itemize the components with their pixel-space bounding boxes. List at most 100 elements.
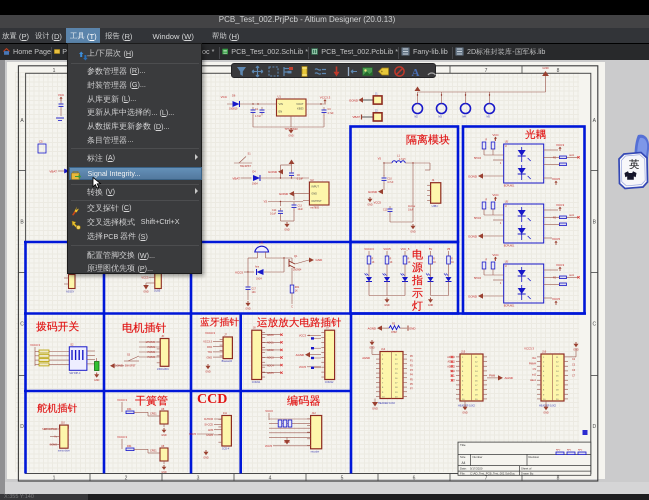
svg-text:ADC4: ADC4	[267, 364, 274, 367]
svg-text:OUTPUT: OUTPUT	[311, 200, 322, 203]
svg-text:R5: R5	[553, 158, 557, 160]
svg-text:GOND: GOND	[349, 98, 359, 102]
svg-text:VCC: VCC	[492, 193, 499, 197]
svg-text:GOND: GOND	[114, 363, 124, 367]
svg-text:2: 2	[125, 476, 128, 482]
svg-text:GOND: GOND	[279, 192, 289, 196]
svg-text:8: 8	[557, 476, 560, 482]
svg-text:5V: 5V	[429, 247, 432, 251]
svg-text:U: U	[505, 264, 507, 268]
svg-text:J12: J12	[312, 411, 317, 415]
svg-text:C5: C5	[39, 140, 43, 144]
svg-text:VCC3: VCC3	[265, 409, 273, 413]
svg-text:SW-SPST: SW-SPST	[125, 365, 136, 368]
svg-text:GND: GND	[372, 407, 378, 411]
svg-text:out1: out1	[569, 154, 574, 157]
svg-text:VCC: VCC	[221, 95, 228, 99]
svg-text:R34: R34	[127, 408, 132, 411]
svg-text:7: 7	[485, 68, 488, 74]
svg-text:Y5: Y5	[263, 200, 267, 204]
svg-text:VCC: VCC	[492, 133, 499, 137]
svg-text:U: U	[505, 204, 507, 208]
svg-text:VCC_5: VCC_5	[401, 247, 410, 251]
svg-text:Size: Size	[460, 455, 466, 459]
svg-text:GND: GND	[316, 258, 324, 262]
svg-text:104: 104	[252, 291, 257, 294]
svg-text:GOND: GOND	[468, 234, 478, 238]
svg-text:VCC3: VCC3	[556, 263, 564, 267]
svg-text:GND: GND	[143, 290, 149, 293]
svg-text:M5: M5	[487, 116, 491, 119]
svg-text:GND: GND	[205, 370, 211, 373]
svg-text:VOUT: VOUT	[296, 102, 304, 106]
svg-text:R5: R5	[553, 218, 557, 220]
svg-text:Revision: Revision	[529, 455, 540, 459]
svg-text:M4: M4	[463, 116, 467, 119]
svg-text:VCC3.3: VCC3.3	[117, 398, 127, 402]
svg-text:J6: J6	[161, 334, 164, 338]
svg-text:C:\AD_Test_PCB_Test_002.SchDoc: C:\AD_Test_PCB_Test_002.SchDoc	[470, 472, 516, 476]
svg-text:VCC3.3: VCC3.3	[117, 435, 127, 439]
svg-text:P4: P4	[410, 375, 414, 377]
svg-text:VCC5: VCC5	[383, 247, 391, 251]
svg-text:P1: P1	[410, 361, 414, 363]
svg-text:GOND: GOND	[50, 443, 58, 446]
svg-text:VCC5: VCC5	[265, 444, 273, 448]
svg-text:4: 4	[500, 283, 502, 285]
svg-text:Number: Number	[473, 455, 483, 459]
svg-text:LS1: LS1	[259, 241, 264, 245]
svg-text:R: R	[486, 200, 488, 202]
svg-text:VCC3.3: VCC3.3	[205, 331, 215, 335]
svg-text:BCPU601: BCPU601	[504, 185, 515, 188]
svg-text:COM12: COM12	[325, 381, 334, 384]
svg-text:VCC3.3: VCC3.3	[203, 341, 212, 344]
svg-text:5PIC6: 5PIC6	[474, 277, 482, 280]
svg-text:U: U	[505, 144, 507, 148]
svg-text:VCC3: VCC3	[299, 334, 307, 338]
svg-text:GND: GND	[161, 471, 167, 474]
svg-text:VCC: VCC	[492, 253, 499, 257]
svg-text:4.7uF: 4.7uF	[255, 115, 262, 118]
svg-text:J1: J1	[375, 93, 378, 96]
svg-text:2N3904: 2N3904	[293, 269, 302, 272]
svg-text:Rst: Rst	[532, 357, 536, 360]
svg-text:GOND: GOND	[468, 294, 478, 298]
svg-text:1N5819: 1N5819	[229, 108, 238, 111]
svg-text:R: R	[451, 259, 453, 261]
svg-text:CRE1: CRE1	[150, 413, 157, 416]
svg-text:P6: P6	[410, 384, 414, 386]
svg-text:VIN: VIN	[279, 102, 283, 106]
svg-text:GND: GND	[161, 434, 167, 437]
svg-text:R: R	[486, 260, 488, 262]
svg-text:1K: 1K	[295, 290, 298, 293]
svg-text:GND: GND	[203, 456, 209, 459]
svg-text:D6: D6	[232, 94, 236, 98]
svg-text:R34: R34	[127, 445, 132, 448]
svg-text:4: 4	[500, 223, 502, 225]
svg-text:CLTD06: CLTD06	[204, 418, 214, 421]
svg-text:0.1uF: 0.1uF	[297, 178, 304, 181]
svg-text:U8: U8	[161, 408, 165, 411]
svg-text:VBAT: VBAT	[49, 170, 57, 174]
svg-text:out1: out1	[569, 214, 574, 217]
svg-text:AGND: AGND	[368, 326, 376, 330]
svg-text:P2: P2	[410, 365, 414, 367]
svg-text:M3: M3	[439, 116, 443, 119]
svg-text:VCC3.3: VCC3.3	[364, 247, 374, 251]
svg-text:VCC3: VCC3	[556, 203, 564, 207]
svg-text:PWM2: PWM2	[148, 351, 156, 354]
svg-text:VCC5: VCC5	[299, 365, 307, 369]
svg-text:ADC5: ADC5	[267, 372, 274, 375]
svg-text:1/PWM0: 1/PWM0	[145, 341, 155, 344]
svg-text:23001-B01: 23001-B01	[157, 368, 169, 371]
svg-text:1K: 1K	[372, 262, 375, 264]
svg-text:GND: GND	[410, 230, 416, 233]
svg-text:5PIC6: 5PIC6	[474, 157, 482, 160]
svg-text:TX0: TX0	[207, 351, 212, 354]
svg-text:R5: R5	[553, 278, 557, 280]
svg-text:GND: GND	[462, 411, 468, 414]
svg-text:CCD-4: CCD-4	[222, 448, 230, 451]
svg-text:D: D	[592, 424, 596, 430]
svg-text:1K: 1K	[408, 262, 411, 264]
svg-text:1N54: 1N54	[252, 183, 258, 186]
